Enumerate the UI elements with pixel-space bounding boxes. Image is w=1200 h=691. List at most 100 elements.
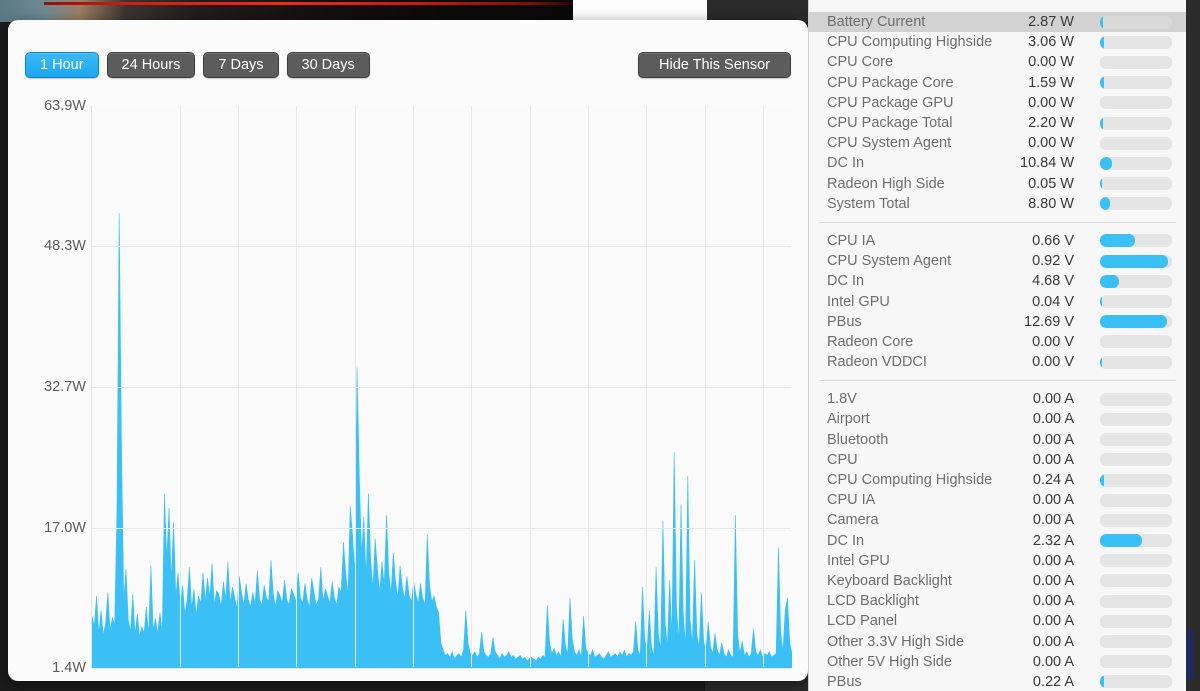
chart-gridline-horizontal: [92, 246, 791, 248]
sensor-name: Battery Current: [827, 14, 926, 31]
sensor-value: 0.00 V: [1032, 354, 1074, 371]
sensor-row[interactable]: CPU Computing Highside 0.24 A: [809, 470, 1186, 490]
sensor-level-bar: [1100, 15, 1172, 29]
sensor-row[interactable]: Intel GPU 0.00 A: [809, 551, 1186, 571]
sensor-row[interactable]: CPU System Agent 0.92 V: [809, 251, 1186, 271]
sensor-row[interactable]: System Total 8.80 W: [809, 194, 1186, 214]
screen: 1 Hour 24 Hours 7 Days 30 Days Hide This Se…: [0, 0, 1200, 691]
sensor-row[interactable]: DC In 4.68 V: [809, 271, 1186, 291]
sensor-level-bar: [1100, 675, 1172, 689]
sensor-level-bar: [1100, 116, 1172, 130]
sensor-value: 0.00 W: [1028, 135, 1074, 152]
sensor-level-fill: [1100, 274, 1119, 288]
sensor-name: Other 5V High Side: [827, 653, 952, 670]
sensor-name: Keyboard Backlight: [827, 572, 952, 589]
sensor-level-bar: [1100, 335, 1172, 349]
sensor-row[interactable]: DC In 2.32 A: [809, 531, 1186, 551]
sensor-name: Intel GPU: [827, 552, 890, 569]
sensor-value: 0.00 W: [1028, 54, 1074, 71]
sensor-row[interactable]: CPU Core 0.00 W: [809, 52, 1186, 72]
sensor-row[interactable]: Radeon Core 0.00 V: [809, 332, 1186, 352]
sensor-name: CPU System Agent: [827, 253, 952, 270]
sensor-row[interactable]: CPU Package Core 1.59 W: [809, 73, 1186, 93]
graph-toolbar: 1 Hour 24 Hours 7 Days 30 Days Hide This Se…: [8, 20, 808, 78]
chart-x-tick-label: 11:09: [338, 678, 370, 681]
sensor-row[interactable]: Airport 0.00 A: [809, 409, 1186, 429]
sensor-level-bar: [1100, 315, 1172, 329]
sensor-list-sidebar[interactable]: Battery Current 2.87 W CPU Computing Highs…: [808, 0, 1186, 691]
chart-y-tick-label: 1.4W: [52, 660, 86, 676]
sensor-row[interactable]: Keyboard Backlight 0.00 A: [809, 571, 1186, 591]
sensor-value: 0.00 A: [1032, 552, 1074, 569]
sensor-row[interactable]: CPU 0.00 A: [809, 450, 1186, 470]
sensor-row[interactable]: Bluetooth 0.00 A: [809, 430, 1186, 450]
chart-x-tick-label: 11:04: [279, 678, 311, 681]
sensor-value: 0.92 V: [1032, 253, 1074, 270]
chart-x-tick-label: 10:59: [221, 678, 254, 681]
chart-gridline-vertical: [704, 106, 706, 667]
sensor-group-v: CPU IA 0.66 V CPU System Agent 0.92 V DC In 4…: [809, 231, 1186, 372]
sensor-value: 0.00 A: [1032, 512, 1074, 529]
chart-gridline-vertical: [646, 106, 648, 667]
sensor-value: 12.69 V: [1024, 313, 1074, 330]
sensor-name: CPU Core: [827, 54, 894, 71]
sensor-row[interactable]: Intel GPU 0.04 V: [809, 291, 1186, 311]
sensor-row[interactable]: Battery Current 2.87 W: [809, 12, 1186, 33]
sensor-row[interactable]: Other 3.3V High Side 0.00 A: [809, 631, 1186, 651]
sensor-level-bar: [1100, 534, 1172, 548]
sensor-row[interactable]: PBus 0.22 A: [809, 672, 1186, 691]
sensor-groups: Battery Current 2.87 W CPU Computing Highs…: [809, 12, 1186, 691]
sensor-row[interactable]: CPU Computing Highside 3.06 W: [809, 32, 1186, 52]
sensor-value: 2.87 W: [1028, 14, 1074, 31]
sensor-row[interactable]: Camera 0.00 A: [809, 510, 1186, 530]
sensor-value: 1.59 W: [1028, 74, 1074, 91]
sensor-value: 0.00 A: [1032, 451, 1074, 468]
chart-plot-area[interactable]: [91, 106, 792, 669]
sensor-level-bar: [1100, 574, 1172, 588]
chart-x-tick-label: 11:39: [688, 678, 720, 681]
chart-gridline-vertical: [762, 106, 764, 667]
sensor-row[interactable]: Radeon High Side 0.05 W: [809, 174, 1186, 194]
sensor-row[interactable]: PBus 12.69 V: [809, 312, 1186, 332]
chart-gridline-horizontal: [92, 527, 791, 529]
sensor-value: 0.00 A: [1032, 653, 1074, 670]
chart-x-tick-label: 11:29: [571, 678, 603, 681]
sensor-level-bar: [1100, 513, 1172, 527]
sensor-level-fill: [1100, 675, 1104, 689]
sensor-row[interactable]: CPU Package GPU 0.00 W: [809, 93, 1186, 113]
sensor-name: DC In: [827, 532, 865, 549]
power-history-chart: 63.9W 48.3W 32.7W 17.0W 1.4W 10:49 10:54 10:59…: [8, 68, 808, 681]
sensor-name: DC In: [827, 155, 865, 172]
sensor-value: 0.00 A: [1032, 391, 1074, 408]
chart-gridline-vertical: [412, 106, 414, 667]
chart-x-tick-label: 10:49: [104, 678, 137, 681]
sensor-row[interactable]: CPU IA 0.66 V: [809, 231, 1186, 251]
sensor-row[interactable]: CPU System Agent 0.00 W: [809, 133, 1186, 153]
sensor-row[interactable]: CPU IA 0.00 A: [809, 490, 1186, 510]
sensor-graph-window: 1 Hour 24 Hours 7 Days 30 Days Hide This Se…: [8, 20, 808, 681]
sensor-row[interactable]: LCD Panel 0.00 A: [809, 611, 1186, 631]
sensor-name: CPU: [827, 451, 858, 468]
chart-y-tick-label: 48.3W: [44, 238, 86, 255]
sensor-value: 0.00 W: [1028, 94, 1074, 111]
sensor-row[interactable]: Other 5V High Side 0.00 A: [809, 652, 1186, 672]
sensor-row[interactable]: LCD Backlight 0.00 A: [809, 591, 1186, 611]
chart-gridline-horizontal: [92, 668, 791, 669]
sensor-name: Intel GPU: [827, 293, 890, 310]
sensor-level-bar: [1100, 433, 1172, 447]
sensor-row[interactable]: 1.8V 0.00 A: [809, 389, 1186, 409]
sensor-value: 0.24 A: [1032, 472, 1074, 489]
background-window-white: [573, 0, 707, 22]
sensor-level-fill: [1100, 35, 1104, 49]
sensor-level-fill: [1100, 156, 1113, 170]
sensor-level-bar: [1100, 177, 1172, 191]
sensor-row[interactable]: CPU Package Total 2.20 W: [809, 113, 1186, 133]
sensor-level-fill: [1100, 295, 1103, 309]
background-window-dark: [707, 0, 808, 22]
chart-gridline-vertical: [529, 106, 531, 667]
sensor-row[interactable]: DC In 10.84 W: [809, 153, 1186, 173]
sensor-row[interactable]: Radeon VDDCI 0.00 V: [809, 352, 1186, 372]
sensor-level-fill: [1100, 534, 1142, 548]
sensor-value: 0.00 V: [1032, 333, 1074, 350]
sensor-value: 2.32 A: [1032, 532, 1074, 549]
